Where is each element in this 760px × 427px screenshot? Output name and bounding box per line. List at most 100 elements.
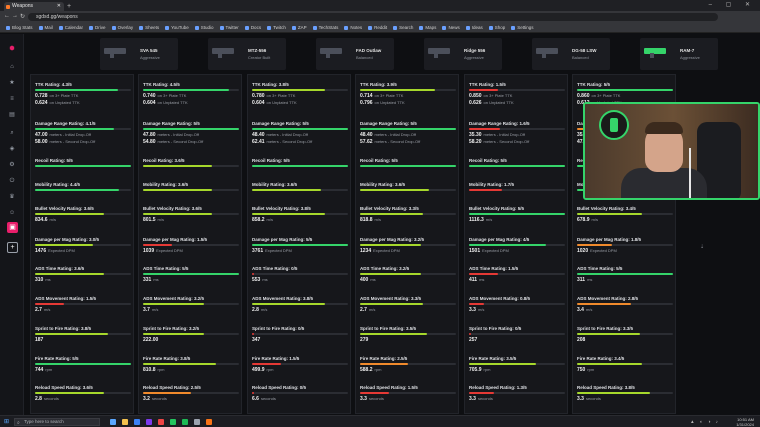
app-icon[interactable] bbox=[206, 419, 212, 425]
forward-icon[interactable]: → bbox=[12, 13, 18, 19]
weapon-card[interactable]: Ridge 556 Aggressive bbox=[424, 38, 502, 70]
bookmark-item[interactable]: Blog Stats bbox=[6, 23, 33, 32]
chrome-icon[interactable] bbox=[170, 419, 176, 425]
bookmark-favicon-icon bbox=[38, 25, 43, 30]
power-icon[interactable]: ⏻ bbox=[9, 178, 15, 184]
bookmark-item[interactable]: Calendar bbox=[58, 23, 83, 32]
chart-icon[interactable]: ▤ bbox=[9, 112, 15, 118]
rating-bar-fill bbox=[469, 189, 502, 191]
rating-bar-fill bbox=[143, 363, 216, 365]
back-icon[interactable]: ← bbox=[4, 13, 10, 19]
new-tab-button[interactable]: + bbox=[67, 2, 71, 11]
stat-sprint: Sprint to Fire Rating: 3.2/5 222.00 bbox=[143, 326, 239, 344]
rating-bar-fill bbox=[252, 303, 325, 305]
bookmark-item[interactable]: Ideas bbox=[465, 23, 483, 32]
rating-bar bbox=[252, 244, 348, 246]
bookmark-item[interactable]: Notes bbox=[344, 23, 362, 32]
weapon-card[interactable]: MTZ-556 Creator Built bbox=[208, 38, 286, 70]
rating-bar-fill bbox=[469, 303, 485, 305]
stat-title: ADS Movement Rating: 1.5/5 bbox=[35, 296, 97, 301]
stat-title: TTK Rating: 3.8/5 bbox=[252, 82, 289, 87]
bookmark-item[interactable]: Shop bbox=[488, 23, 505, 32]
stat-value-line: 3.3 seconds bbox=[577, 396, 673, 403]
bookmark-item[interactable]: Mail bbox=[38, 23, 53, 32]
stat-title: Damage per Mag Rating: 5/5 bbox=[252, 237, 313, 242]
bookmark-item[interactable]: Sheets bbox=[139, 23, 159, 32]
bookmark-item[interactable]: Docs bbox=[244, 23, 261, 32]
stat-fire: Fire Rate Rating: 2.5/5 588.2 rpm bbox=[360, 356, 456, 374]
add-icon[interactable]: + bbox=[7, 242, 18, 253]
weapon-card[interactable]: RAM-7 Aggressive bbox=[640, 38, 718, 70]
bookmark-item[interactable]: Reddit bbox=[368, 23, 387, 32]
bookmark-item[interactable]: Overlay bbox=[111, 23, 133, 32]
weapon-gun-icon bbox=[320, 48, 342, 58]
weapon-gun-icon bbox=[644, 48, 666, 58]
scroll-down-icon[interactable]: ⇣ bbox=[700, 244, 704, 250]
star-icon[interactable]: ⌂ bbox=[9, 64, 15, 70]
search-icon[interactable]: ⌕ bbox=[9, 130, 15, 136]
rating-bar bbox=[360, 89, 456, 91]
obs-icon[interactable] bbox=[158, 419, 164, 425]
stat-value-line: 2.7 m/s bbox=[35, 307, 131, 314]
bookmarks-bar: Blog Stats Mail Calendar Drive Overlay Sheets… bbox=[0, 23, 760, 33]
crown-icon[interactable]: ♛ bbox=[9, 194, 15, 200]
edge-icon[interactable] bbox=[134, 419, 140, 425]
settings-icon[interactable]: ⚙ bbox=[9, 162, 15, 168]
home-icon[interactable]: ⬢ bbox=[9, 46, 15, 52]
rating-bar-fill bbox=[469, 213, 565, 215]
bookmark-item[interactable]: Maps bbox=[419, 23, 436, 32]
stat-unit: rpm bbox=[266, 367, 274, 372]
people-icon[interactable]: ☺ bbox=[9, 210, 15, 216]
stat-value: 35.30 bbox=[469, 132, 482, 138]
bookmark-item[interactable]: News bbox=[442, 23, 460, 32]
url-input[interactable]: sgdsd.gg/weapons bbox=[28, 13, 718, 21]
discord-icon[interactable] bbox=[146, 419, 152, 425]
spotify-icon[interactable] bbox=[182, 419, 188, 425]
bookmark-item[interactable]: Twitch bbox=[267, 23, 286, 32]
taskbar-clock[interactable]: 10:51 AM 1/31/2024 bbox=[736, 417, 754, 427]
start-menu-icon[interactable]: ⊞ bbox=[4, 419, 10, 425]
browser-tab[interactable]: Weapons ✕ bbox=[4, 2, 64, 11]
weapon-card[interactable]: DG-58 LSW Balanced bbox=[532, 38, 610, 70]
stat-move: ADS Movement Rating: 1.5/5 2.7 m/s bbox=[35, 296, 131, 314]
system-tray[interactable]: ▲ ◐ ◑ ♪ bbox=[690, 419, 720, 424]
stat-value-line: 411 ms bbox=[469, 277, 565, 284]
rating-bar bbox=[252, 273, 348, 275]
menu-icon[interactable]: ★ bbox=[9, 80, 15, 86]
bookmark-item[interactable]: Twitter bbox=[219, 23, 239, 32]
bookmark-item[interactable]: TechStats bbox=[312, 23, 338, 32]
stat-dpm: Damage per Mag Rating: 1.8/5 1020 Expected… bbox=[577, 237, 673, 255]
weapon-card[interactable]: FAD Outlaw Balanced bbox=[316, 38, 394, 70]
rating-bar-fill bbox=[252, 165, 348, 167]
rating-bar bbox=[143, 244, 239, 246]
file-explorer-icon[interactable] bbox=[122, 419, 128, 425]
stat-value-line: 2.8 m/s bbox=[252, 307, 348, 314]
settings-app-icon[interactable] bbox=[194, 419, 200, 425]
stat-reload: Reload Speed Rating: 0/5 6.6 seconds bbox=[252, 385, 348, 403]
bookmark-item[interactable]: Search bbox=[393, 23, 413, 32]
bookmark-item[interactable]: Drive bbox=[89, 23, 106, 32]
rating-bar bbox=[360, 363, 456, 365]
tab-close-icon[interactable]: ✕ bbox=[57, 2, 61, 11]
stat-title: Sprint to Fire Rating: 3.5/5 bbox=[360, 326, 417, 331]
stat-dr: Damage Range Rating: 4.1/5 47.00 meters - … bbox=[35, 121, 131, 145]
tab-title: Weapons bbox=[12, 3, 34, 9]
bookmark-label: Mail bbox=[44, 25, 53, 30]
reload-icon[interactable]: ↻ bbox=[20, 13, 25, 20]
weapon-card[interactable]: SVA 545 Aggressive bbox=[100, 38, 178, 70]
stat-mobility: Mobility Rating: 4.4/5 bbox=[35, 182, 131, 191]
stat-unit: m/s bbox=[585, 307, 593, 312]
bookmark-item[interactable]: Studio bbox=[194, 23, 214, 32]
list-icon[interactable]: ≡ bbox=[9, 96, 15, 102]
bookmark-item[interactable]: YouTube bbox=[165, 23, 189, 32]
stat-title: Recoil Rating: 5/5 bbox=[469, 158, 507, 163]
bookmark-item[interactable]: Settings bbox=[511, 23, 534, 32]
active-nav-icon[interactable]: ▣ bbox=[7, 222, 18, 233]
stat-value-line: 0.624 on Unplated TTK bbox=[35, 100, 131, 107]
stat-ttk: TTK Rating: 3.8/5 0.780 on 3+ Plate TTK 0.6… bbox=[252, 82, 348, 106]
window-controls[interactable]: – ▢ ✕ bbox=[709, 1, 756, 8]
bookmark-item[interactable]: ZAP bbox=[291, 23, 307, 32]
task-view-icon[interactable] bbox=[110, 419, 116, 425]
shield-icon[interactable]: ◈ bbox=[9, 146, 15, 152]
taskbar-search-input[interactable]: ⌕ Type here to search bbox=[14, 418, 100, 426]
